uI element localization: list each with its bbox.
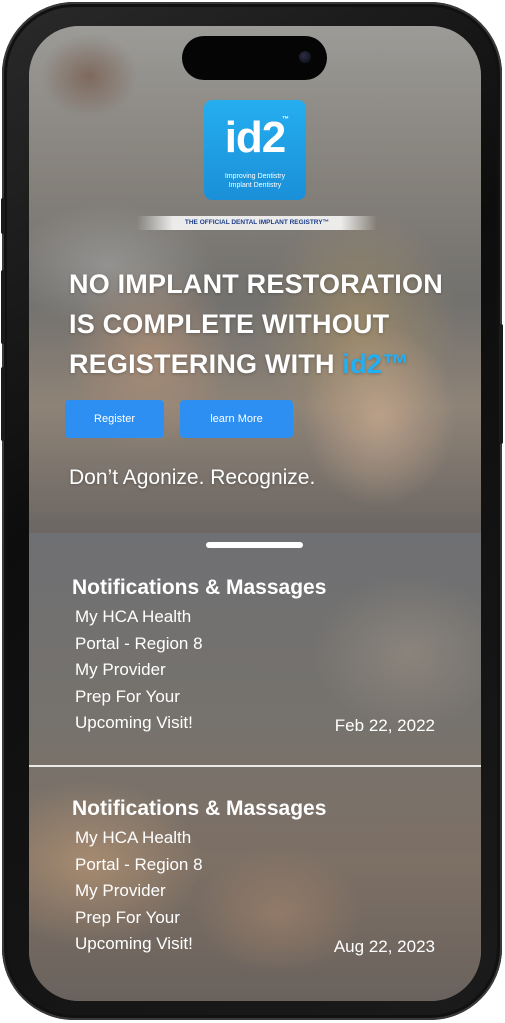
dynamic-island <box>182 36 327 80</box>
register-button[interactable]: Register <box>65 400 164 438</box>
notification-title: Notifications & Massages <box>72 797 327 820</box>
logo-tagline-line1: Improving Dentistry <box>224 173 286 180</box>
logo-tagline-line2: Implant Dentistry <box>228 182 282 189</box>
learn-more-button[interactable]: learn More <box>180 400 293 438</box>
notification-line: Upcoming Visit! <box>75 713 193 732</box>
screen: id2 ™ Improving Dentistry Implant Dentis… <box>29 26 481 1001</box>
front-camera-icon <box>299 51 311 63</box>
notification-line: My Provider <box>75 660 166 679</box>
headline-line-1: NO IMPLANT RESTORATION <box>69 269 443 299</box>
notification-line: My HCA Health <box>75 828 192 847</box>
volume-up-button <box>1 270 5 344</box>
volume-down-button <box>1 367 5 441</box>
logo-tagline: Improving Dentistry Implant Dentistry <box>204 172 306 190</box>
sheet-drag-handle[interactable] <box>206 542 303 548</box>
registry-banner-text: THE OFFICIAL DENTAL IMPLANT REGISTRY™ <box>184 219 330 226</box>
action-button <box>1 198 5 234</box>
notification-line: Portal - Region 8 <box>75 854 203 874</box>
notification-date: Aug 22, 2023 <box>333 937 435 956</box>
notification-line: Prep For Your <box>75 907 180 927</box>
notifications-sheet[interactable]: Notifications & Massages My HCA Health P… <box>29 533 481 1001</box>
hero-tagline: Don’t Agonize. Recognize. <box>69 466 316 489</box>
notification-line: My HCA Health <box>75 607 192 626</box>
headline-line-2: IS COMPLETE WITHOUT <box>69 309 390 339</box>
notification-date: Feb 22, 2022 <box>334 716 435 735</box>
phone-frame: id2 ™ Improving Dentistry Implant Dentis… <box>1 2 503 1020</box>
hero-headline: NO IMPLANT RESTORATION IS COMPLETE WITHO… <box>69 264 469 384</box>
notification-line: My Provider <box>75 881 166 900</box>
power-button <box>499 324 503 444</box>
notification-body: My HCA Health Portal - Region 8 My Provi… <box>75 825 203 958</box>
notification-body: My HCA Health Portal - Region 8 My Provi… <box>75 604 203 737</box>
registry-banner: THE OFFICIAL DENTAL IMPLANT REGISTRY™ <box>137 216 377 230</box>
id2-logo: id2 ™ Improving Dentistry Implant Dentis… <box>204 100 306 200</box>
notification-title: Notifications & Massages <box>72 576 327 599</box>
headline-line-3-prefix: REGISTERING WITH <box>69 349 343 379</box>
notification-divider <box>29 765 481 767</box>
notification-line: Portal - Region 8 <box>75 633 203 653</box>
notification-line: Prep For Your <box>75 686 180 706</box>
logo-wordmark: id2 <box>224 113 287 162</box>
headline-brand: id2™ <box>342 349 410 379</box>
headline-line-3: REGISTERING WITH id2™ <box>69 344 469 384</box>
notification-line: Upcoming Visit! <box>75 934 193 953</box>
logo-trademark: ™ <box>282 116 289 123</box>
